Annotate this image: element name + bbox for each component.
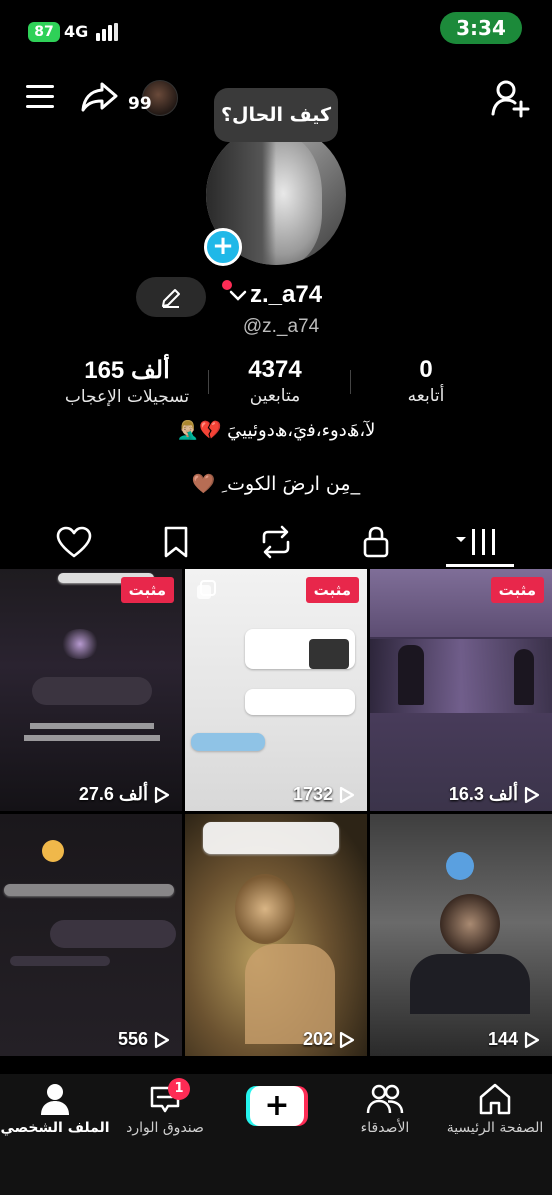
bio-line: ﻟﺂ،ﮪَدوء،ﻓيَ،ﮪدوئيييَ 💔🤦🏼‍♂️: [176, 420, 376, 441]
play-count: 27.6 ألف: [79, 784, 170, 805]
play-count: 202: [303, 1029, 355, 1050]
play-icon: [339, 786, 355, 803]
nav-profile-label: الملف الشخصي: [0, 1120, 110, 1136]
nav-inbox[interactable]: 1 صندوق الوارد: [110, 1078, 220, 1136]
video-thumbnail[interactable]: 202: [185, 814, 367, 1056]
nav-home-label: الصفحة الرئيسية: [446, 1120, 544, 1136]
likes-label: تسجيلات الإعجاب: [64, 387, 190, 407]
video-grid: مثبت 27.6 ألف مثبت 1732 مثبت 16.3 ألف 55…: [0, 569, 552, 1057]
nav-friends[interactable]: الأصدقاء: [330, 1082, 440, 1136]
play-icon: [524, 786, 540, 803]
bookmark-icon[interactable]: [156, 524, 196, 560]
menu-icon[interactable]: [24, 82, 58, 112]
network-type: 4G: [64, 22, 89, 41]
add-story-plus-icon[interactable]: +: [204, 228, 242, 266]
play-count: 144: [488, 1029, 540, 1050]
nav-inbox-label: صندوق الوارد: [126, 1120, 204, 1136]
user-handle: @z._a74: [242, 316, 320, 337]
pinned-badge: مثبت: [305, 577, 359, 603]
videos-grid-icon[interactable]: [454, 524, 504, 560]
following-count: 0: [419, 356, 433, 383]
video-thumbnail[interactable]: مثبت 16.3 ألف: [370, 569, 552, 811]
nav-friends-label: الأصدقاء: [360, 1120, 410, 1136]
video-thumbnail[interactable]: مثبت 1732: [185, 569, 367, 811]
clock: 3:34: [440, 12, 522, 44]
video-thumbnail[interactable]: 556: [0, 814, 182, 1056]
followers-stat[interactable]: 4374 متابعين: [210, 356, 340, 406]
play-icon: [154, 786, 170, 803]
play-count: 556: [118, 1029, 170, 1050]
create-button[interactable]: +: [246, 1086, 308, 1126]
multi-photo-icon: [197, 580, 216, 599]
edit-profile-button[interactable]: [136, 277, 206, 317]
active-tab-indicator: [446, 564, 514, 567]
play-icon: [339, 1031, 355, 1048]
friends-icon: [366, 1084, 404, 1114]
liked-heart-icon[interactable]: [54, 524, 94, 560]
battery-indicator: 87: [28, 22, 60, 42]
profile-note-bubble[interactable]: كيف الحال؟: [214, 88, 338, 142]
stat-divider: [350, 370, 351, 394]
profile-views-count[interactable]: 99: [128, 94, 152, 114]
chevron-down-icon[interactable]: [229, 289, 247, 303]
lock-icon[interactable]: [356, 524, 396, 560]
bottom-navigation: الملف الشخصي 1 صندوق الوارد + الأصدقاء ا…: [0, 1074, 552, 1195]
play-icon: [154, 1031, 170, 1048]
pencil-icon: [162, 289, 180, 308]
repost-icon[interactable]: [256, 524, 296, 560]
status-bar: 87 4G 3:34: [0, 0, 552, 62]
play-icon: [524, 1031, 540, 1048]
signal-bars-icon: [96, 23, 118, 41]
nav-profile[interactable]: الملف الشخصي: [0, 1082, 110, 1136]
following-label: أتابعه: [407, 386, 445, 406]
share-icon[interactable]: [80, 78, 120, 114]
likes-stat[interactable]: 165 ألف تسجيلات الإعجاب: [40, 356, 214, 407]
play-count: 1732: [293, 784, 355, 805]
plus-icon: +: [250, 1086, 304, 1126]
pinned-badge: مثبت: [120, 577, 174, 603]
profile-icon: [41, 1084, 69, 1115]
play-count: 16.3 ألف: [449, 784, 540, 805]
inbox-badge: 1: [168, 1078, 190, 1100]
followers-label: متابعين: [249, 386, 301, 406]
stat-divider: [208, 370, 209, 394]
video-thumbnail[interactable]: 144: [370, 814, 552, 1056]
home-icon: [479, 1083, 511, 1115]
display-name[interactable]: z._a74: [250, 281, 322, 309]
followers-count: 4374: [248, 356, 302, 383]
likes-count: 165 ألف: [84, 357, 170, 384]
add-friend-icon[interactable]: [490, 78, 530, 118]
pinned-badge: مثبت: [490, 577, 544, 603]
nav-home[interactable]: الصفحة الرئيسية: [440, 1082, 550, 1136]
bio-line: _مِن ارضَ الكوت ِ 🤎: [191, 473, 361, 495]
following-stat[interactable]: 0 أتابعه: [370, 356, 482, 406]
profile-tabs: [0, 516, 552, 568]
video-thumbnail[interactable]: مثبت 27.6 ألف: [0, 569, 182, 811]
